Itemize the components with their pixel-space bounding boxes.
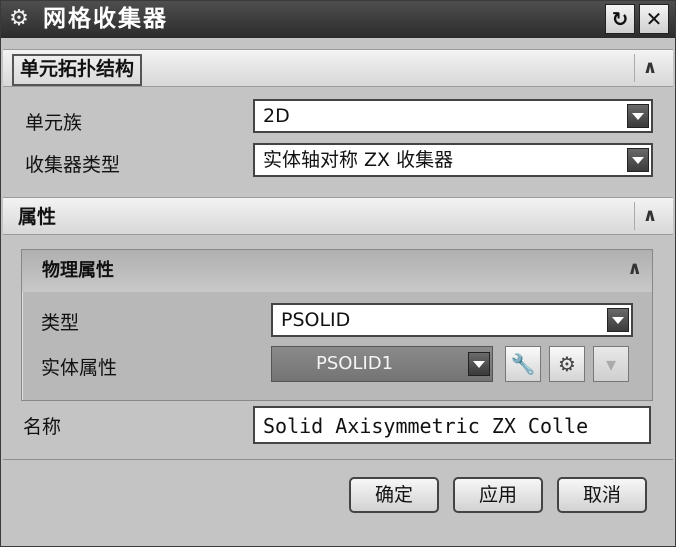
gear-icon[interactable]: ⚙ (7, 7, 31, 31)
section-header-properties[interactable]: 属性 ∧ (3, 197, 673, 235)
dialog-title: 网格收集器 (43, 6, 168, 32)
apply-button[interactable]: 应用 (453, 477, 543, 513)
section-body-topology: 单元族 2D 收集器类型 实体轴对称 ZX 收集器 (3, 87, 673, 195)
close-button[interactable]: ✕ (639, 4, 669, 34)
ok-button[interactable]: 确定 (349, 477, 439, 513)
physical-properties-header[interactable]: 物理属性 ∧ (22, 250, 652, 292)
chevron-up-icon[interactable]: ∧ (634, 202, 665, 230)
physical-properties-title: 物理属性 (42, 260, 114, 281)
name-input-value: Solid Axisymmetric ZX Colle (263, 414, 589, 438)
solid-property-value: PSOLID1 (316, 353, 394, 374)
name-input[interactable]: Solid Axisymmetric ZX Colle (251, 404, 653, 446)
element-family-select[interactable]: 2D (253, 99, 653, 133)
reset-icon: ↻ (611, 7, 629, 31)
reset-button[interactable]: ↻ (605, 4, 635, 34)
section-title-properties: 属性 (18, 206, 57, 228)
chevron-down-icon[interactable] (627, 148, 649, 172)
section-title-topology: 单元拓扑结构 (12, 54, 143, 86)
element-family-value: 2D (263, 105, 290, 127)
solid-property-select[interactable]: PSOLID1 (271, 346, 493, 382)
chevron-down-icon: ▾ (605, 352, 617, 376)
chevron-down-icon[interactable] (607, 308, 629, 332)
chevron-down-icon[interactable] (468, 352, 490, 376)
collector-type-value: 实体轴对称 ZX 收集器 (263, 149, 454, 171)
chevron-down-icon[interactable] (627, 104, 649, 128)
section-header-topology[interactable]: 单元拓扑结构 ∧ (3, 49, 673, 87)
name-label: 名称 (23, 416, 62, 438)
create-modeling-object-button[interactable]: ⚙ (549, 346, 585, 382)
type-label: 类型 (41, 312, 80, 334)
title-bar: ⚙ 网格收集器 ↻ ✕ (1, 1, 675, 38)
solid-property-label: 实体属性 (41, 357, 118, 379)
more-options-button[interactable]: ▾ (593, 346, 629, 382)
footer-divider (3, 459, 673, 460)
type-value: PSOLID (281, 309, 351, 331)
wrench-icon: 🔧 (510, 352, 536, 376)
chevron-up-icon[interactable]: ∧ (634, 54, 665, 82)
edit-property-button[interactable]: 🔧 (505, 346, 541, 382)
type-select[interactable]: PSOLID (271, 303, 633, 337)
cancel-button[interactable]: 取消 (557, 477, 647, 513)
collector-type-label: 收集器类型 (25, 154, 121, 176)
mesh-collector-dialog: ⚙ 网格收集器 ↻ ✕ 单元拓扑结构 ∧ 单元族 2D 收集器类型 实体轴对称 … (0, 0, 676, 547)
close-icon: ✕ (645, 7, 663, 31)
collector-type-select[interactable]: 实体轴对称 ZX 收集器 (253, 143, 653, 177)
element-family-label: 单元族 (25, 112, 83, 134)
chevron-up-icon[interactable]: ∧ (627, 258, 642, 279)
create-modeling-object-icon: ⚙ (558, 352, 576, 376)
